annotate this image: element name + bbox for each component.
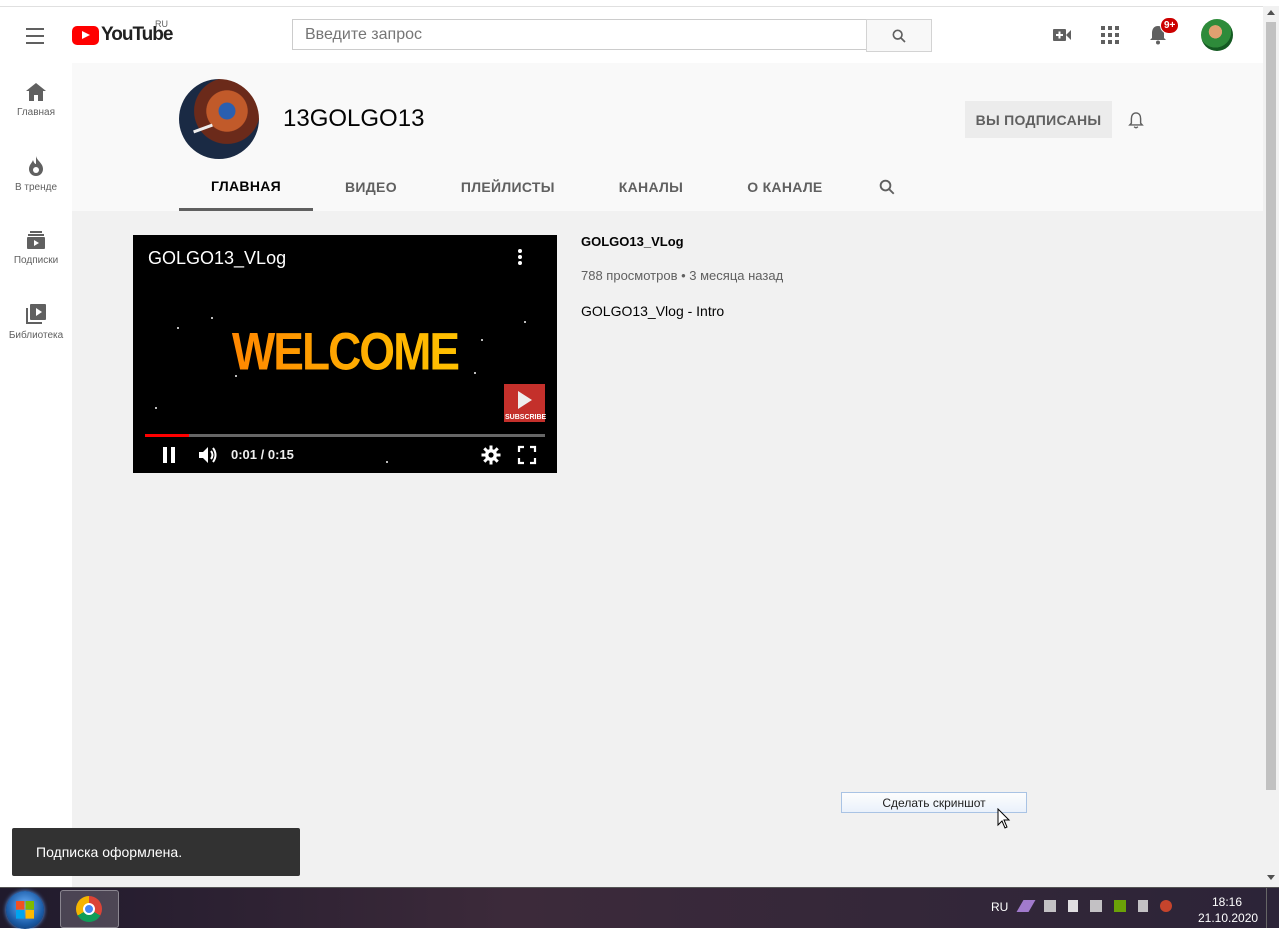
- masthead: YouTube RU 9+: [0, 7, 1263, 63]
- youtube-play-icon: [72, 25, 99, 45]
- subscriptions-icon: [27, 230, 45, 249]
- search-button[interactable]: [866, 19, 932, 52]
- pause-icon[interactable]: [161, 447, 177, 463]
- browser-top-edge: [0, 0, 1279, 7]
- channel-bell-icon[interactable]: [1122, 107, 1150, 133]
- keyboard-tray-icon[interactable]: [1044, 900, 1056, 912]
- feather-tray-icon[interactable]: [1016, 900, 1036, 912]
- guide-item-trending[interactable]: В тренде: [0, 137, 72, 211]
- system-tray: [1016, 900, 1184, 912]
- subscribe-watermark-text: SUBSCRIBE: [505, 414, 547, 421]
- video-description: GOLGO13_Vlog - Intro: [581, 303, 725, 319]
- progress-bar[interactable]: [145, 434, 545, 437]
- chrome-icon: [76, 896, 102, 922]
- player-title[interactable]: GOLGO13_VLog: [148, 248, 286, 269]
- windows-taskbar: RU 18:16 21.10.2020: [0, 887, 1279, 929]
- menu-icon[interactable]: [20, 21, 50, 49]
- progress-fill: [145, 434, 189, 437]
- start-button-icon[interactable]: [6, 891, 44, 929]
- scroll-up-arrow-icon[interactable]: [1267, 10, 1275, 15]
- toast-notification: Подписка оформлена.: [12, 828, 300, 876]
- guide-sidebar: Главная В тренде Подписки Библиотека: [0, 63, 72, 887]
- notification-count-badge: 9+: [1160, 17, 1180, 34]
- search-box: [292, 19, 932, 52]
- search-input[interactable]: [292, 19, 866, 50]
- channel-search-icon[interactable]: [855, 163, 919, 211]
- network-tray-icon[interactable]: [1090, 900, 1102, 912]
- player-time: 0:01 / 0:15: [231, 447, 294, 462]
- guide-item-library[interactable]: Библиотека: [0, 285, 72, 359]
- language-indicator[interactable]: RU: [991, 900, 1008, 914]
- video-meta: 788 просмотров • 3 месяца назад: [581, 268, 784, 283]
- taskbar-chrome-button[interactable]: [60, 890, 119, 928]
- page-scrollbar[interactable]: [1263, 6, 1279, 887]
- scroll-thumb[interactable]: [1266, 22, 1276, 790]
- tab-home[interactable]: ГЛАВНАЯ: [179, 163, 314, 211]
- channel-header: 13GOLGO13 ВЫ ПОДПИСАНЫ ГЛАВНАЯ ВИДЕО ПЛЕ…: [72, 63, 1263, 211]
- nvidia-tray-icon[interactable]: [1114, 900, 1126, 912]
- welcome-overlay-text: WELCOME: [133, 320, 557, 382]
- tab-playlists[interactable]: ПЛЕЙЛИСТЫ: [429, 163, 587, 211]
- clock-time: 18:16: [1211, 895, 1243, 909]
- clock[interactable]: 18:16 21.10.2020: [1198, 894, 1259, 926]
- more-options-icon[interactable]: [514, 249, 526, 267]
- youtube-logo[interactable]: YouTube RU: [72, 19, 173, 46]
- subscribed-button[interactable]: ВЫ ПОДПИСАНЫ: [965, 101, 1112, 138]
- video-player[interactable]: GOLGO13_VLog WELCOME SUBSCRIBE 0:01 / 0:…: [133, 235, 557, 473]
- channel-name: 13GOLGO13: [283, 105, 425, 132]
- clock-date: 21.10.2020: [1198, 911, 1259, 925]
- fire-icon: [29, 155, 43, 176]
- fullscreen-icon[interactable]: [517, 445, 537, 465]
- show-desktop-button[interactable]: [1266, 888, 1279, 928]
- video-title[interactable]: GOLGO13_VLog: [581, 234, 684, 249]
- channel-tabs: ГЛАВНАЯ ВИДЕО ПЛЕЙЛИСТЫ КАНАЛЫ О КАНАЛЕ: [179, 163, 919, 211]
- tab-channels[interactable]: КАНАЛЫ: [587, 163, 715, 211]
- guide-label: В тренде: [14, 181, 58, 193]
- mouse-cursor-icon: [997, 808, 1011, 829]
- volume-icon[interactable]: [198, 445, 218, 465]
- guide-label: Подписки: [13, 254, 59, 266]
- scroll-down-arrow-icon[interactable]: [1267, 875, 1275, 880]
- home-icon: [26, 82, 46, 101]
- notifications-bell-icon[interactable]: 9+: [1140, 17, 1180, 51]
- logo-region: RU: [155, 19, 168, 29]
- guide-label: Библиотека: [8, 329, 64, 341]
- subscribe-watermark-icon[interactable]: SUBSCRIBE: [504, 384, 547, 422]
- action-center-flag-icon[interactable]: [1068, 900, 1078, 912]
- tab-about[interactable]: О КАНАЛЕ: [715, 163, 854, 211]
- channel-page: 13GOLGO13 ВЫ ПОДПИСАНЫ ГЛАВНАЯ ВИДЕО ПЛЕ…: [72, 63, 1263, 887]
- search-icon: [892, 29, 906, 43]
- tab-videos[interactable]: ВИДЕО: [313, 163, 429, 211]
- user-avatar[interactable]: [1201, 19, 1233, 51]
- masthead-actions: 9+: [1044, 17, 1188, 51]
- speaker-tray-icon[interactable]: [1138, 900, 1148, 912]
- guide-item-subscriptions[interactable]: Подписки: [0, 211, 72, 285]
- apps-grid-icon[interactable]: [1092, 19, 1128, 51]
- app-tray-icon[interactable]: [1160, 900, 1172, 912]
- guide-label: Главная: [16, 106, 56, 118]
- settings-gear-icon[interactable]: [481, 445, 501, 465]
- channel-avatar[interactable]: [179, 79, 259, 159]
- create-video-icon[interactable]: [1044, 19, 1080, 51]
- guide-item-home[interactable]: Главная: [0, 63, 72, 137]
- library-icon: [26, 303, 46, 324]
